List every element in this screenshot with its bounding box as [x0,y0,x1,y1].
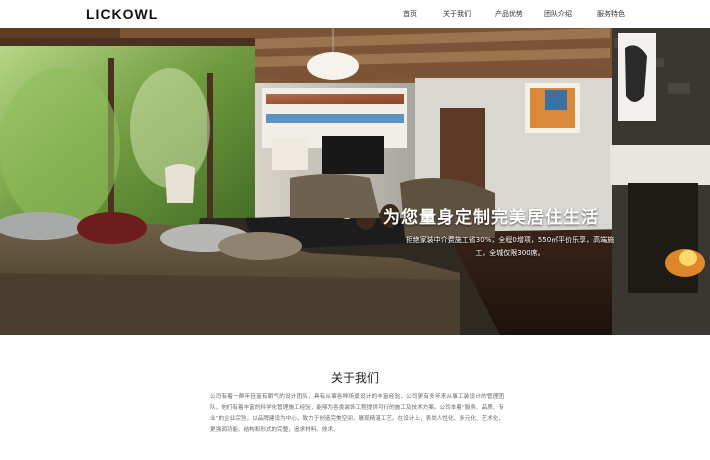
hero-subline: 拒绝家装中介费施工省30%，全程0增项，550㎡平价乐享，高端施工，全城仅限30… [405,236,615,257]
site-header: LICKOWL 首页 关于我们 产品优势 团队介绍 服务特色 [0,0,710,28]
nav-item-about[interactable]: 关于我们 [443,9,471,19]
main-nav: 首页 关于我们 产品优势 团队介绍 服务特色 [0,9,710,23]
about-section-title: 关于我们 [330,371,379,385]
nav-item-services[interactable]: 服务特色 [597,9,625,19]
nav-item-products[interactable]: 产品优势 [495,9,523,19]
hero-banner[interactable]: 为您量身定制完美居住生活 拒绝家装中介费施工省30%，全程0增项，550㎡平价乐… [0,28,710,335]
nav-item-home[interactable]: 首页 [403,9,417,19]
about-section-text: 公司有着一群年轻富有朝气的设计团队，具有从事各种场景设计的丰富经验，公司更有多年… [210,394,504,433]
hero-slogan: 为您量身定制完美居住生活 [383,208,599,228]
nav-item-team[interactable]: 团队介绍 [544,9,572,19]
hero-interior-image [0,28,710,335]
